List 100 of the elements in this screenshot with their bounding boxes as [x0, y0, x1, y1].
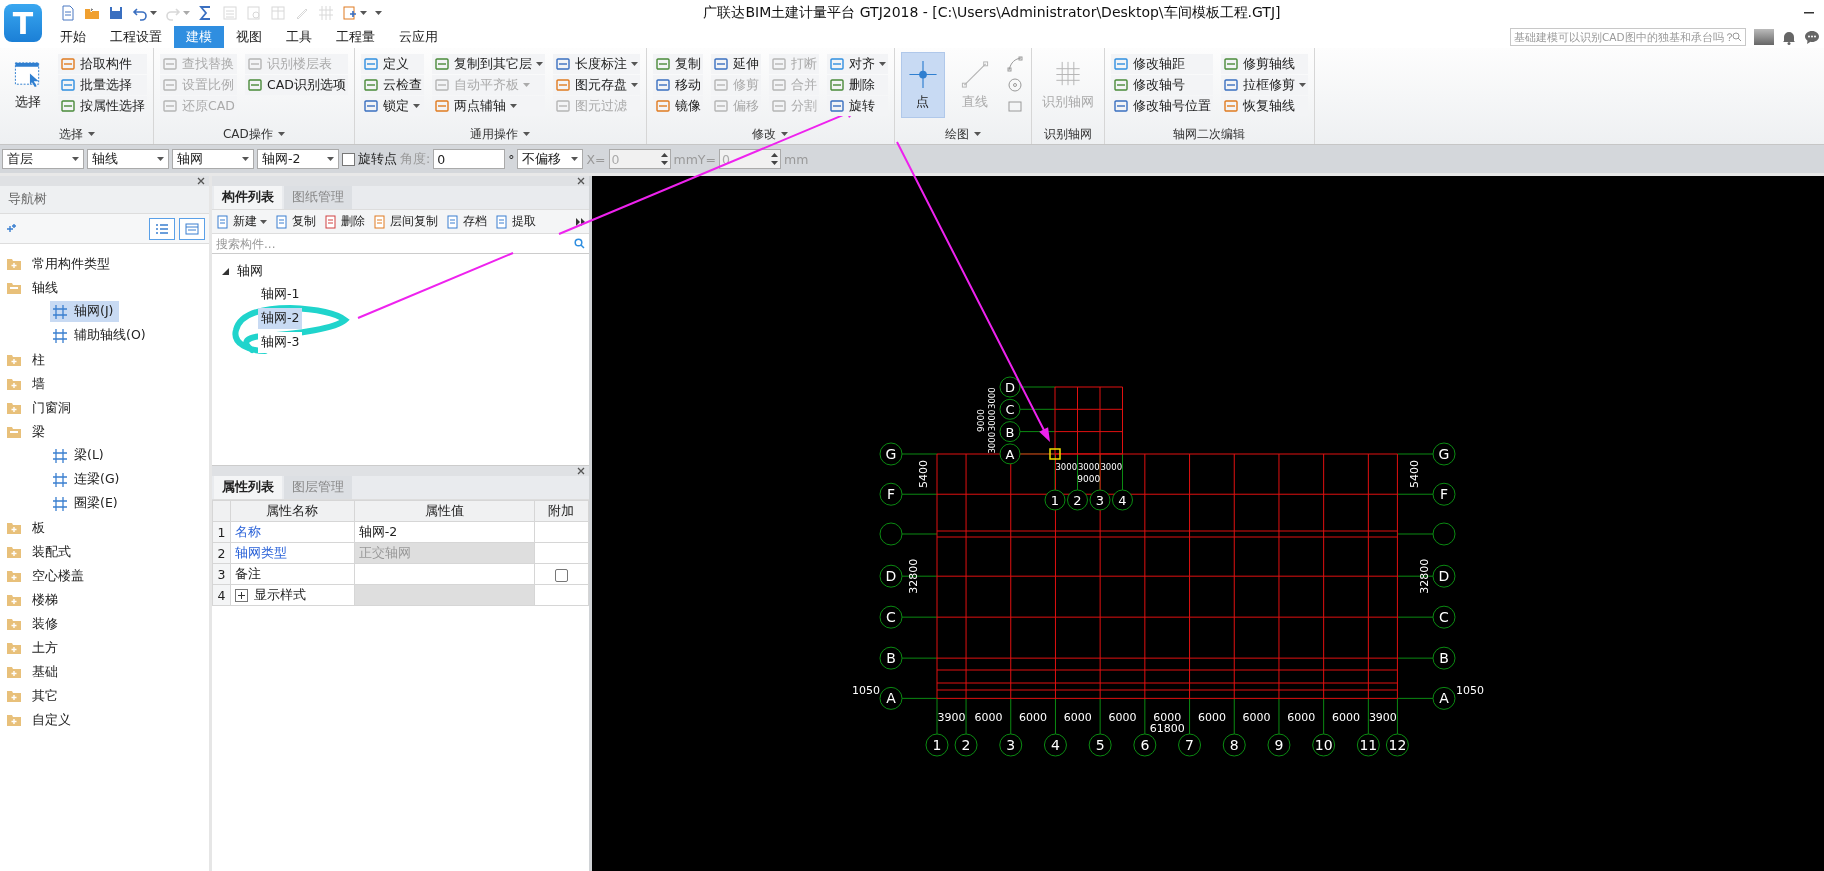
ribbon-tab[interactable]: 开始	[48, 26, 98, 48]
expand-icon[interactable]	[222, 267, 229, 275]
tree-item[interactable]: 空心楼盖	[0, 564, 209, 588]
tool-icon	[60, 77, 76, 93]
quick-access-button[interactable]	[108, 5, 124, 21]
group-menu-button[interactable]: 通用操作	[467, 125, 534, 143]
sparkle-icon[interactable]	[4, 222, 18, 235]
dimension-text: 3000	[987, 409, 997, 432]
toolbar-button[interactable]: 提取	[495, 213, 536, 230]
panel-view-button[interactable]	[179, 217, 205, 240]
ribbon-button[interactable]: 拉框修剪	[1220, 75, 1308, 95]
tree-item[interactable]: 梁(L)	[50, 445, 110, 466]
ribbon-button[interactable]: 修剪轴线	[1220, 54, 1308, 74]
ribbon-button[interactable]: 拾取构件	[58, 54, 147, 74]
tree-item[interactable]: 门窗洞	[0, 396, 209, 420]
group-menu-button[interactable]: CAD操作	[220, 125, 288, 143]
close-icon[interactable]	[577, 177, 585, 185]
quick-access-button[interactable]	[132, 5, 157, 21]
tree-item[interactable]: 装配式	[0, 540, 209, 564]
ribbon-button[interactable]: CAD识别选项	[244, 75, 348, 95]
axis-bubble: 1	[925, 733, 949, 757]
checkbox[interactable]	[342, 152, 355, 166]
tree-item[interactable]: 土方	[0, 636, 209, 660]
tree-item[interactable]: 轴网(J)	[50, 301, 120, 322]
ribbon-button[interactable]: 对齐	[826, 54, 888, 74]
group-menu-button[interactable]: 绘图	[941, 125, 984, 143]
dropdown[interactable]: 轴网	[172, 149, 254, 169]
tree-item[interactable]: 轴网	[222, 260, 579, 282]
chat-icon[interactable]	[1804, 29, 1820, 45]
caret-icon	[878, 62, 886, 66]
spinner-icon[interactable]	[771, 152, 778, 166]
tree-item[interactable]: 自定义	[0, 708, 209, 732]
ribbon-tab[interactable]: 云应用	[387, 26, 450, 48]
group-menu-button[interactable]: 修改	[749, 125, 792, 143]
ribbon-button[interactable]: 修改轴号	[1110, 75, 1213, 95]
tool-icon	[362, 98, 379, 114]
expand-icon[interactable]	[235, 588, 248, 602]
ribbon-tab[interactable]: 工具	[274, 26, 324, 48]
toolbar-button[interactable]: 层间复制	[373, 213, 438, 230]
toolbar-button[interactable]: 新建	[216, 213, 267, 230]
tree-item[interactable]: 轴网-3	[258, 332, 303, 353]
search-field[interactable]: 基础建模可以识别CAD图中的独基和承台吗？	[1514, 31, 1732, 43]
axis-bubble: G	[879, 442, 903, 466]
close-icon[interactable]	[197, 177, 205, 185]
dropdown[interactable]: 轴网-2	[257, 149, 339, 169]
tree-item[interactable]: 轴网-2	[258, 308, 303, 329]
ribbon-button[interactable]: 复制到其它层	[431, 54, 545, 74]
list-view-button[interactable]	[149, 217, 175, 240]
tree-item[interactable]: 楼梯	[0, 588, 209, 612]
tree-item[interactable]: 辅助轴线(O)	[50, 325, 152, 346]
ribbon-tab[interactable]: 视图	[224, 26, 274, 48]
tree-item[interactable]: 墙	[0, 372, 209, 396]
tree-item[interactable]: 常用构件类型	[0, 252, 209, 276]
tree-item[interactable]: 板	[0, 516, 209, 540]
customize-button[interactable]	[375, 11, 382, 15]
dropdown[interactable]: 轴线	[87, 149, 169, 169]
caret-icon	[183, 11, 190, 15]
bell-icon[interactable]	[1782, 29, 1796, 45]
group-menu-button[interactable]: 选择	[55, 125, 98, 143]
tree-item[interactable]: 圈梁(E)	[50, 493, 124, 514]
ribbon-tab[interactable]: 工程量	[324, 26, 387, 48]
ribbon-button[interactable]: 复制	[652, 54, 703, 74]
ribbon-button[interactable]: 选择	[6, 52, 50, 118]
caret-icon	[523, 132, 531, 136]
tree-item[interactable]: 连梁(G)	[50, 469, 126, 490]
ribbon-tab[interactable]: 工程设置	[98, 26, 174, 48]
panel-tab[interactable]: 属性列表	[214, 476, 282, 499]
toolbar-button[interactable]: 存档	[446, 213, 487, 230]
tree-item[interactable]: 柱	[0, 348, 209, 372]
ribbon-button[interactable]: 云检查	[360, 75, 424, 95]
close-icon[interactable]	[577, 467, 585, 475]
rectangle-icon	[1006, 98, 1023, 114]
ribbon-button[interactable]: 定义	[360, 54, 424, 74]
ribbon-button[interactable]: 长度标注	[552, 54, 640, 74]
ribbon-button[interactable]: 图元存盘	[552, 75, 640, 95]
ribbon-button[interactable]: 移动	[652, 75, 703, 95]
toolbar-button[interactable]: 删除	[324, 213, 365, 230]
ribbon-button[interactable]: 延伸	[710, 54, 761, 74]
ribbon-button[interactable]: 删除	[826, 75, 888, 95]
avatar-image[interactable]	[1754, 29, 1774, 45]
tree-item[interactable]: 轴线	[0, 276, 209, 300]
quick-access-button[interactable]	[342, 5, 367, 21]
ribbon-button[interactable]: 批量选择	[58, 75, 147, 95]
dropdown[interactable]: 不偏移	[517, 149, 584, 169]
redo-icon	[165, 5, 181, 21]
tool-icon	[275, 214, 289, 229]
toolbar-button[interactable]: 复制	[275, 213, 316, 230]
spinner-icon[interactable]	[660, 152, 668, 166]
ribbon-button[interactable]: 点	[900, 52, 945, 118]
ribbon-button[interactable]: 修改轴距	[1110, 54, 1213, 74]
angle-field[interactable]: 0	[433, 149, 506, 169]
tree-item[interactable]: 装修	[0, 612, 209, 636]
tool-icon	[654, 56, 671, 72]
tree-item[interactable]: 基础	[0, 660, 209, 684]
tree-item[interactable]: 梁	[0, 420, 209, 444]
tree-item[interactable]: 其它	[0, 684, 209, 708]
panel-tab[interactable]: 构件列表	[214, 186, 282, 209]
more-icon[interactable]	[576, 217, 585, 226]
dropdown[interactable]: 首层	[2, 149, 84, 169]
checkbox[interactable]	[554, 568, 568, 582]
